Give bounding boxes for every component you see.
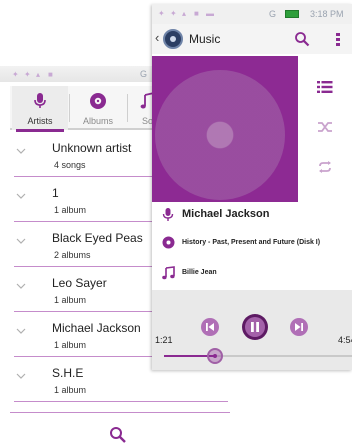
artist-count: 2 albums	[54, 250, 91, 260]
tab-artists[interactable]: Artists	[12, 86, 68, 132]
next-button[interactable]	[289, 317, 309, 337]
artist-count: 1 album	[54, 340, 87, 350]
carrier-label: G	[140, 69, 148, 79]
music-note-icon	[162, 266, 175, 280]
artist-name: Black Eyed Peas	[52, 231, 143, 245]
chevron-down-icon[interactable]	[16, 191, 26, 201]
artist-count: 1 album	[54, 385, 87, 395]
chevron-down-icon[interactable]	[16, 326, 26, 336]
previous-button[interactable]	[200, 317, 220, 337]
app-logo-icon[interactable]	[163, 29, 183, 49]
playback-controls: 1:21 4:54	[152, 290, 352, 370]
chevron-down-icon[interactable]	[16, 236, 26, 246]
pause-button[interactable]	[241, 313, 269, 341]
artist-name: 1	[52, 186, 59, 200]
track-row: Billie Jean	[162, 266, 217, 280]
artist-count: 1 album	[54, 295, 87, 305]
divider	[10, 412, 230, 413]
notification-icon: ✦	[24, 70, 31, 79]
page-title: Music	[189, 32, 221, 46]
notification-icon: ▴	[182, 9, 187, 18]
repeat-icon[interactable]	[317, 160, 333, 174]
now-playing-artist: Michael Jackson	[182, 208, 270, 220]
microphone-icon	[34, 93, 46, 108]
notification-icon: ■	[48, 70, 53, 79]
artist-name: Unknown artist	[52, 141, 132, 155]
elapsed-time: 1:21	[155, 335, 173, 345]
album-icon	[90, 93, 106, 109]
back-chevron-icon[interactable]: ‹	[155, 31, 159, 45]
artist-count: 4 songs	[54, 160, 86, 170]
action-bar: ‹ Music	[152, 24, 352, 54]
duration-time: 4:54	[338, 335, 352, 345]
seek-handle[interactable]	[206, 348, 223, 364]
notification-icon: ■	[194, 9, 199, 18]
album-icon	[162, 236, 175, 249]
notification-icon: ✦	[170, 9, 177, 18]
shuffle-icon[interactable]	[317, 120, 333, 134]
artist-count: 1 album	[54, 205, 87, 215]
album-row: History - Past, Present and Future (Disk…	[162, 236, 320, 250]
artist-row: Michael Jackson	[162, 207, 269, 223]
library-tabs: Artists Albums Son	[10, 86, 160, 132]
notification-icon: ▴	[36, 70, 41, 79]
queue-icon[interactable]	[317, 80, 333, 94]
notification-icon: ▬	[206, 9, 214, 18]
artist-name: Leo Sayer	[52, 276, 107, 290]
battery-icon	[285, 10, 299, 18]
player-status-bar: ✦ ✦ ▴ ■ ▬ G 3:18 PM	[152, 4, 352, 24]
chevron-down-icon[interactable]	[16, 146, 26, 156]
tab-artists-label: Artists	[27, 116, 53, 126]
chevron-down-icon[interactable]	[16, 371, 26, 381]
chevron-down-icon[interactable]	[16, 281, 26, 291]
now-playing-track: Billie Jean	[182, 269, 217, 276]
search-icon[interactable]	[109, 426, 127, 444]
artist-name: Michael Jackson	[52, 321, 141, 335]
status-clock: 3:18 PM	[310, 9, 344, 19]
artist-name: S.H.E	[52, 366, 84, 380]
microphone-icon	[162, 208, 174, 221]
album-art	[152, 56, 298, 202]
notification-icon: ✦	[12, 70, 19, 79]
now-playing-album: History - Past, Present and Future (Disk…	[182, 239, 321, 246]
notification-icon: ✦	[158, 9, 165, 18]
carrier-label: G	[269, 9, 277, 19]
search-icon[interactable]	[294, 31, 310, 47]
now-playing-screen: ✦ ✦ ▴ ■ ▬ G 3:18 PM ‹ Music Michael Jack…	[152, 4, 352, 370]
library-status-bar: ✦ ✦ ▴ ■ G	[0, 66, 175, 82]
overflow-menu-icon[interactable]	[336, 33, 340, 48]
disc-graphic	[155, 70, 285, 200]
tab-albums-label: Albums	[82, 116, 113, 126]
tab-albums[interactable]: Albums	[70, 86, 126, 130]
